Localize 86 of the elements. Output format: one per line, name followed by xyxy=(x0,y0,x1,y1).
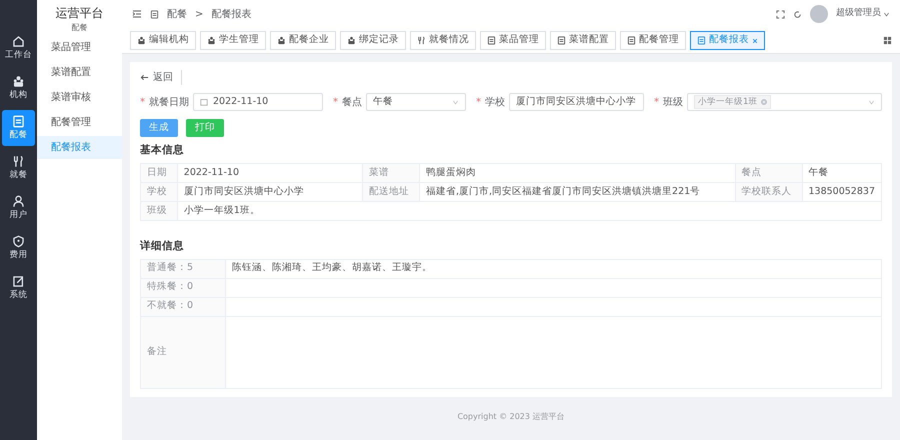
date-field[interactable]: 2022-11-10 xyxy=(193,93,323,111)
table-cell: 13850052837 xyxy=(802,182,882,202)
table-cell: 学校 xyxy=(140,182,178,202)
document-icon xyxy=(487,36,496,45)
table-cell: 日期 xyxy=(140,163,178,182)
table-cell: 陈钰涵、陈湘琦、王均豪、胡嘉诺、王璇宇。 xyxy=(226,259,882,278)
tag: 小学一年级1班 xyxy=(694,94,772,110)
table-cell: 福建省,厦门市,同安区福建省厦门市同安区洪塘镇洪塘里221号 xyxy=(419,182,736,202)
nav-item[interactable]: 用户 xyxy=(2,190,35,226)
user-menu[interactable]: 超级管理员 xyxy=(836,7,881,21)
refresh-icon[interactable] xyxy=(793,10,802,18)
nav-item[interactable]: 工作台 xyxy=(2,30,35,66)
section-title: 基本信息 xyxy=(140,143,185,158)
required-mark: * xyxy=(476,96,481,110)
field-label: 餐点 xyxy=(342,96,362,110)
menu-item[interactable]: 配餐管理 xyxy=(37,111,122,134)
user-icon xyxy=(12,194,25,208)
chevron-icon xyxy=(452,98,459,106)
table-cell: 餐点 xyxy=(735,163,802,182)
people-icon xyxy=(277,36,286,45)
utensils-icon xyxy=(417,36,426,45)
menu-item[interactable]: 菜品管理 xyxy=(37,36,122,59)
people-icon xyxy=(137,36,146,45)
footer-text: Copyright © 2023 运营平台 xyxy=(456,410,566,422)
edit-icon xyxy=(12,274,25,288)
tab[interactable]: 编辑机构 xyxy=(130,31,196,50)
table-cell: 不就餐：0 xyxy=(140,297,226,316)
field-label: 就餐日期 xyxy=(149,96,189,110)
app-subtitle: 配餐 xyxy=(70,22,88,34)
tab[interactable]: 菜品管理 xyxy=(480,31,546,50)
table-cell: 厦门市同安区洪塘中心小学 xyxy=(177,182,363,202)
caret-icon[interactable] xyxy=(883,10,890,18)
table-cell: 备注 xyxy=(140,316,226,388)
select-field[interactable]: 厦门市同安区洪塘中心小学 xyxy=(509,93,644,111)
table-cell: 鸭腿蛋焖肉 xyxy=(419,163,736,182)
people-icon xyxy=(347,36,356,45)
table-cell: 普通餐：5 xyxy=(140,259,226,278)
section-title: 详细信息 xyxy=(140,238,185,254)
tab[interactable]: 学生管理 xyxy=(200,31,266,50)
calendar-icon xyxy=(200,98,208,106)
required-mark: * xyxy=(654,96,659,110)
people-icon xyxy=(12,74,25,88)
tab[interactable]: 菜谱配置 xyxy=(550,31,616,50)
breadcrumb-item: 配餐报表 xyxy=(211,8,252,22)
menu-item[interactable]: 菜谱配置 xyxy=(37,61,122,84)
document-icon xyxy=(150,10,159,18)
close-icon[interactable] xyxy=(752,38,758,44)
menu-item[interactable]: 菜谱审核 xyxy=(37,86,122,109)
document-icon xyxy=(12,114,25,128)
tab[interactable]: 配餐企业 xyxy=(270,31,336,50)
table-cell: 班级 xyxy=(140,201,178,220)
utensils-icon xyxy=(12,154,25,168)
table-cell: 配送地址 xyxy=(362,182,420,202)
field-label: 班级 xyxy=(663,96,683,110)
nav-item[interactable]: 系统 xyxy=(2,270,35,306)
required-mark: * xyxy=(140,96,145,110)
table-cell: 2022-11-10 xyxy=(177,163,363,182)
tab[interactable]: 就餐情况 xyxy=(410,31,476,50)
document-icon xyxy=(557,36,566,45)
breadcrumb-item[interactable]: 配餐 xyxy=(167,6,187,22)
people-icon xyxy=(207,36,216,45)
back-arrow-icon xyxy=(140,73,149,82)
menu-icon[interactable] xyxy=(132,9,142,19)
back-link[interactable]: 返回 xyxy=(140,70,182,85)
chevron-icon xyxy=(868,98,875,106)
table-cell: 午餐 xyxy=(802,163,882,182)
fullscreen-icon[interactable] xyxy=(776,10,785,18)
table-cell: 小学一年级1班。 xyxy=(177,201,882,220)
document-icon xyxy=(697,36,706,45)
tab[interactable]: 绑定记录 xyxy=(340,31,406,50)
tab[interactable]: 配餐管理 xyxy=(620,31,686,50)
app-title: 运营平台 xyxy=(54,6,104,22)
select-field[interactable]: 午餐 xyxy=(366,93,466,111)
required-mark: * xyxy=(333,96,338,110)
home-icon xyxy=(12,34,25,48)
document-icon xyxy=(627,36,636,45)
table-cell: 特殊餐：0 xyxy=(140,278,226,297)
nav-item[interactable]: 费用 xyxy=(2,230,35,266)
grid-icon[interactable] xyxy=(883,36,892,45)
nav-item[interactable]: 就餐 xyxy=(2,150,35,186)
nav-item[interactable]: 机构 xyxy=(2,70,35,106)
shield-icon xyxy=(12,234,25,248)
table-cell: 菜谱 xyxy=(362,163,420,182)
field-label: 学校 xyxy=(485,96,505,110)
breadcrumb-separator: > xyxy=(195,8,204,22)
table-cell: 学校联系人 xyxy=(735,182,802,202)
